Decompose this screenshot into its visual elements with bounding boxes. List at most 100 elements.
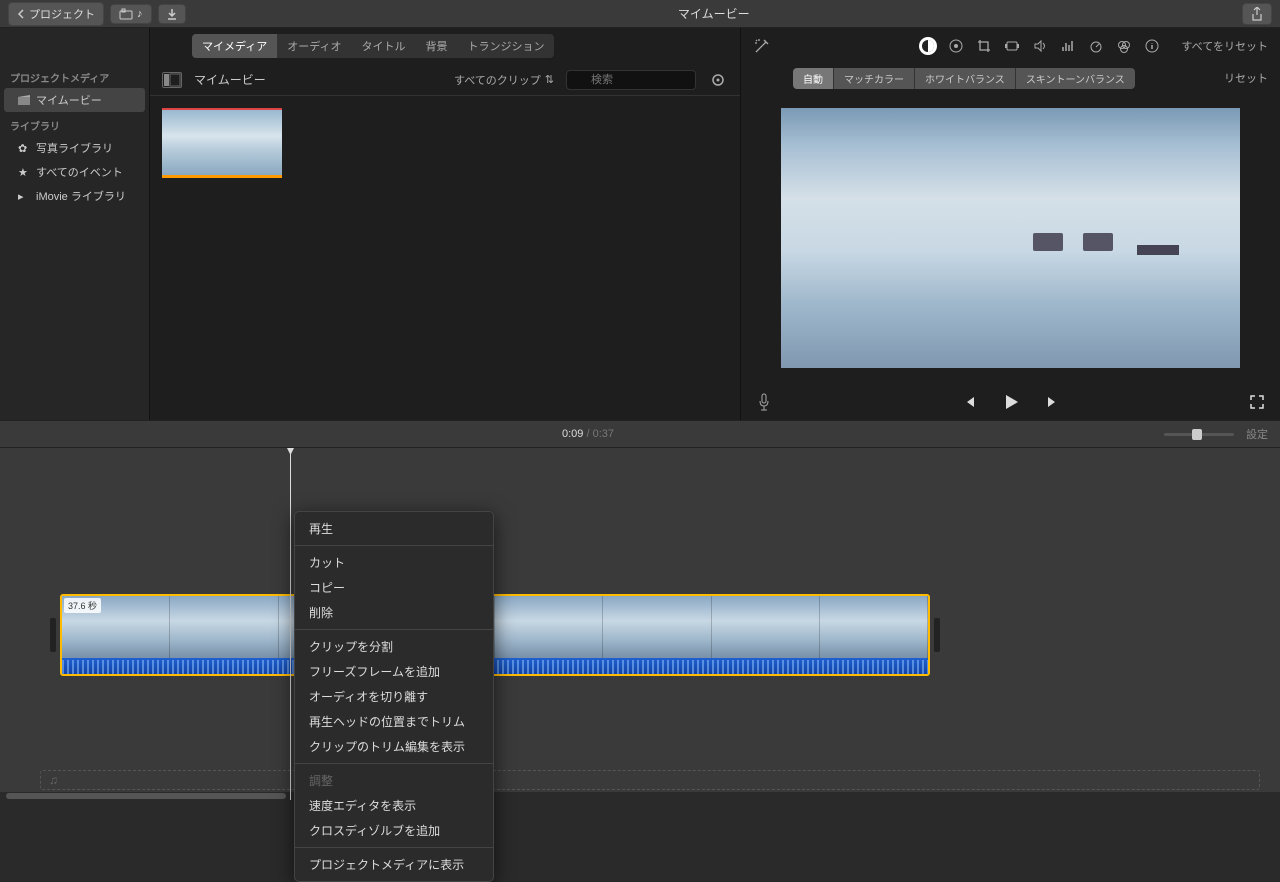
media-content xyxy=(150,96,740,420)
download-button[interactable] xyxy=(158,4,186,24)
timeline-settings-button[interactable]: 設定 xyxy=(1246,426,1268,442)
reset-button[interactable]: リセット xyxy=(1224,70,1268,86)
filter-icon[interactable] xyxy=(1115,37,1133,55)
stabilize-icon[interactable] xyxy=(1003,37,1021,55)
sidebar-item-my-movie[interactable]: マイムービー xyxy=(4,88,145,112)
star-icon: ★ xyxy=(18,166,30,178)
filter-label: すべてのクリップ xyxy=(454,72,541,88)
clip-filmstrip xyxy=(62,596,928,658)
fullscreen-button[interactable] xyxy=(1250,395,1264,409)
clapperboard-icon xyxy=(18,94,30,106)
zoom-slider[interactable] xyxy=(1164,433,1234,436)
back-to-projects-button[interactable]: プロジェクト xyxy=(8,2,104,26)
color-wheel-icon[interactable] xyxy=(947,37,965,55)
preview-panel: すべてをリセット 自動 マッチカラー ホワイトバランス スキントーンバランス リ… xyxy=(740,28,1280,420)
sidebar-section-library: ライブラリ xyxy=(0,112,149,136)
context-menu-item[interactable]: コピー xyxy=(295,575,493,600)
tab-my-media[interactable]: マイメディア xyxy=(192,34,277,58)
sidebar-section-project-media: プロジェクトメディア xyxy=(0,64,149,88)
media-clip-thumbnail[interactable] xyxy=(162,108,282,178)
equalizer-icon[interactable] xyxy=(1059,37,1077,55)
context-menu-item[interactable]: 再生 xyxy=(295,516,493,541)
context-menu-item[interactable]: オーディオを切り離す xyxy=(295,684,493,709)
tab-titles[interactable]: タイトル xyxy=(351,34,415,58)
clip-trim-handle-right[interactable] xyxy=(934,618,940,652)
play-button[interactable] xyxy=(1001,392,1021,412)
share-button[interactable] xyxy=(1242,3,1272,25)
import-media-button[interactable]: ♪ xyxy=(110,4,152,24)
next-button[interactable] xyxy=(1045,394,1061,410)
context-menu-separator xyxy=(295,629,493,630)
context-menu-item[interactable]: 速度エディタを表示 xyxy=(295,793,493,818)
reset-all-button[interactable]: すべてをリセット xyxy=(1181,38,1268,54)
sidebar-item-all-events[interactable]: ★ すべてのイベント xyxy=(0,160,149,184)
context-menu-item[interactable]: 再生ヘッドの位置までトリム xyxy=(295,709,493,734)
clip-audio-waveform[interactable] xyxy=(62,658,928,676)
playhead[interactable] xyxy=(290,448,291,800)
magic-wand-button[interactable] xyxy=(753,37,771,55)
preview-viewport xyxy=(741,92,1280,384)
context-menu-item[interactable]: 削除 xyxy=(295,600,493,625)
color-adjust-tabs: 自動 マッチカラー ホワイトバランス スキントーンバランス xyxy=(793,68,1135,89)
flower-icon: ✿ xyxy=(18,142,30,154)
tab-backgrounds[interactable]: 背景 xyxy=(415,34,457,58)
adjust-tab-auto[interactable]: 自動 xyxy=(793,68,834,89)
video-frame[interactable] xyxy=(781,108,1240,368)
music-note-icon: ♫ xyxy=(49,773,58,787)
context-menu-item[interactable]: プロジェクトメディアに表示 xyxy=(295,852,493,877)
color-balance-icon[interactable] xyxy=(919,37,937,55)
clip-trim-handle-left[interactable] xyxy=(50,618,56,652)
context-menu-item[interactable]: クリップのトリム編集を表示 xyxy=(295,734,493,759)
adjust-tab-white-balance[interactable]: ホワイトバランス xyxy=(915,68,1016,89)
sidebar-item-label: マイムービー xyxy=(36,92,102,108)
sidebar-item-label: すべてのイベント xyxy=(36,164,123,180)
sidebar-item-label: iMovie ライブラリ xyxy=(36,188,126,204)
search-wrap xyxy=(566,70,696,90)
tab-audio[interactable]: オーディオ xyxy=(277,34,351,58)
zoom-thumb[interactable] xyxy=(1192,429,1202,440)
context-menu-item: 調整 xyxy=(295,768,493,793)
window-title: マイムービー xyxy=(192,5,1237,22)
back-label: プロジェクト xyxy=(29,6,95,22)
sidebar: プロジェクトメディア マイムービー ライブラリ ✿ 写真ライブラリ ★ すべての… xyxy=(0,28,150,420)
prev-button[interactable] xyxy=(961,394,977,410)
media-tabs: マイメディア オーディオ タイトル 背景 トランジション xyxy=(192,34,554,58)
total-duration: 0:37 xyxy=(593,428,614,440)
current-time: 0:09 xyxy=(562,428,583,440)
voiceover-button[interactable] xyxy=(757,393,771,411)
context-menu: 再生カットコピー削除クリップを分割フリーズフレームを追加オーディオを切り離す再生… xyxy=(294,511,494,882)
top-toolbar: プロジェクト ♪ マイムービー xyxy=(0,0,1280,28)
search-input[interactable] xyxy=(566,70,696,90)
info-icon[interactable] xyxy=(1143,37,1161,55)
crop-icon[interactable] xyxy=(975,37,993,55)
horizontal-scrollbar[interactable] xyxy=(0,792,1280,800)
timeline[interactable]: 37.6 秒 ♫ xyxy=(0,448,1280,800)
context-menu-item[interactable]: フリーズフレームを追加 xyxy=(295,659,493,684)
adjust-tab-skin-tone[interactable]: スキントーンバランス xyxy=(1016,68,1135,89)
clip-filter-dropdown[interactable]: すべてのクリップ ⇅ xyxy=(454,72,554,88)
context-menu-separator xyxy=(295,847,493,848)
scrollbar-thumb[interactable] xyxy=(6,793,286,799)
volume-icon[interactable] xyxy=(1031,37,1049,55)
adjust-tab-match-color[interactable]: マッチカラー xyxy=(834,68,915,89)
audio-track-row[interactable]: ♫ xyxy=(40,770,1260,790)
tab-transitions[interactable]: トランジション xyxy=(457,34,554,58)
speed-icon[interactable] xyxy=(1087,37,1105,55)
timecode: 0:09 / 0:37 xyxy=(12,428,1164,440)
sidebar-item-label: 写真ライブラリ xyxy=(36,140,113,156)
context-menu-separator xyxy=(295,545,493,546)
sidebar-item-photo-library[interactable]: ✿ 写真ライブラリ xyxy=(0,136,149,160)
sidebar-item-imovie-library[interactable]: ▸ iMovie ライブラリ xyxy=(0,184,149,208)
music-note-icon: ♪ xyxy=(137,8,143,20)
clip-duration-badge: 37.6 秒 xyxy=(64,598,101,613)
context-menu-item[interactable]: クロスディゾルブを追加 xyxy=(295,818,493,843)
settings-gear-button[interactable] xyxy=(708,70,728,90)
timeline-header: 0:09 / 0:37 設定 xyxy=(0,420,1280,448)
playback-controls xyxy=(741,384,1280,420)
media-browser: マイメディア オーディオ タイトル 背景 トランジション マイムービー すべての… xyxy=(150,28,740,420)
context-menu-item[interactable]: カット xyxy=(295,550,493,575)
context-menu-item[interactable]: クリップを分割 xyxy=(295,634,493,659)
sidebar-toggle-button[interactable] xyxy=(162,72,182,88)
context-menu-separator xyxy=(295,763,493,764)
timeline-clip[interactable]: 37.6 秒 xyxy=(60,594,930,676)
